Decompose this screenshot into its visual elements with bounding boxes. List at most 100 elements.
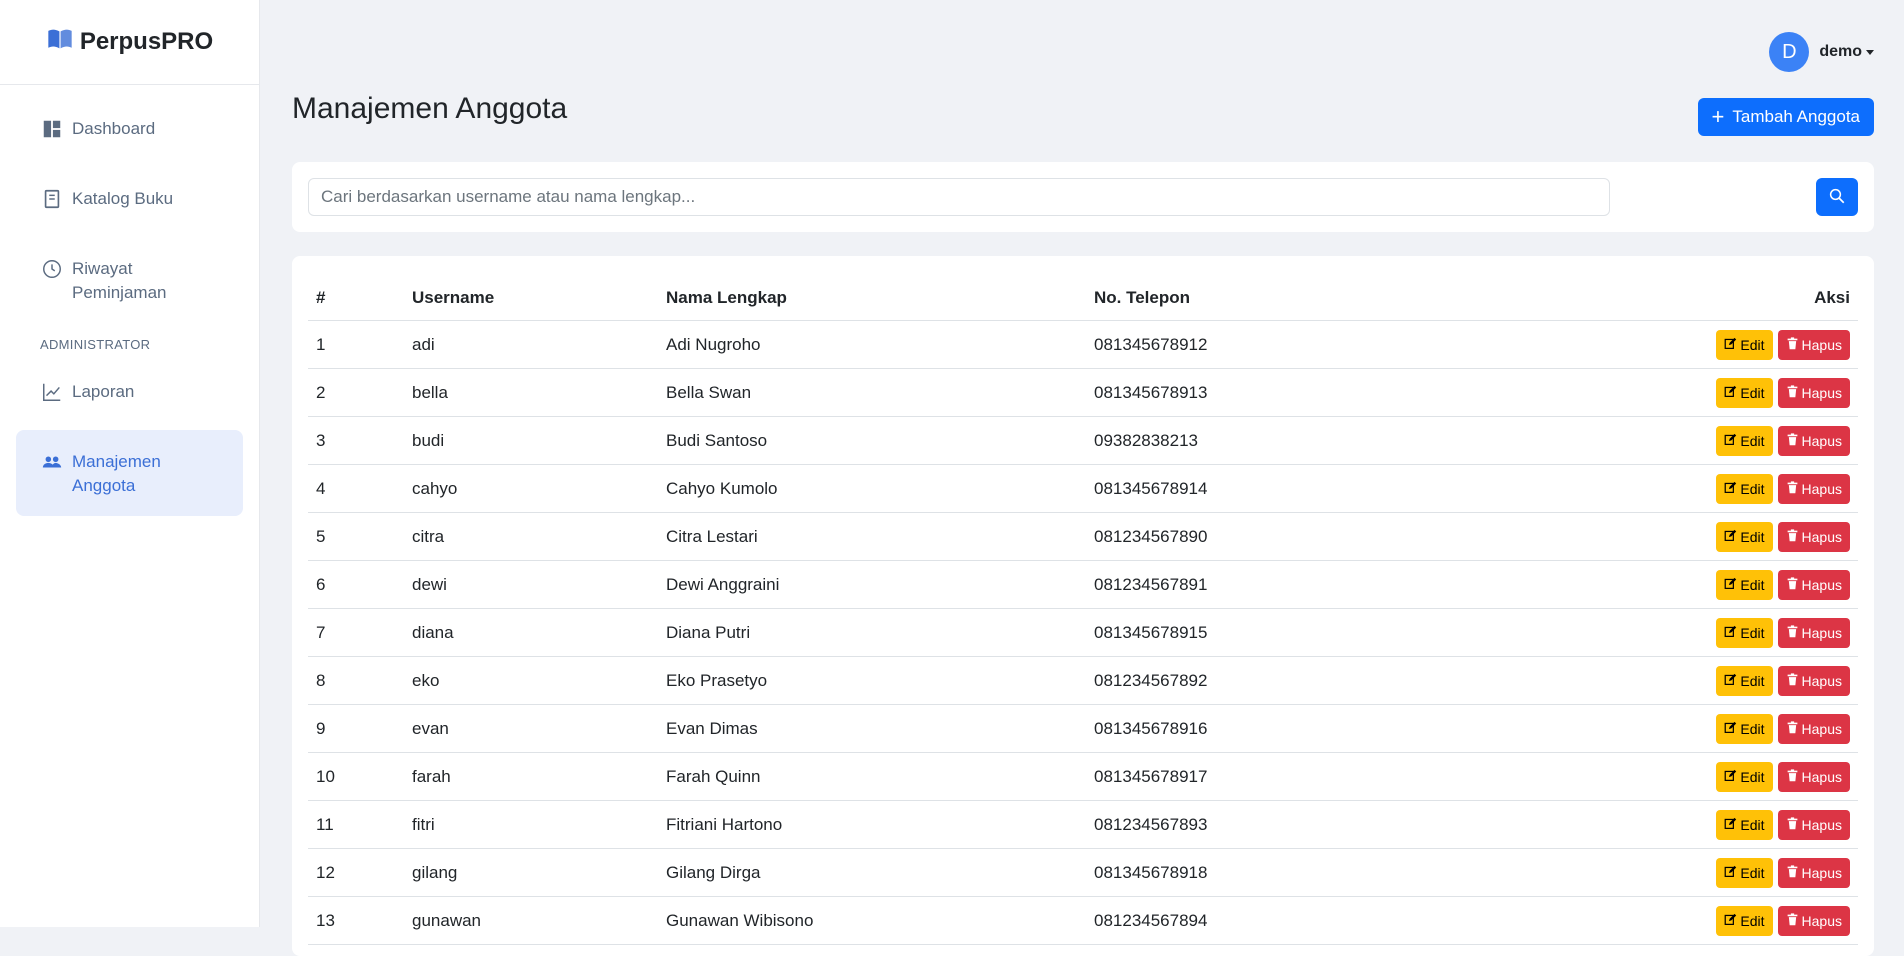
cell-fullname: Bella Swan	[658, 368, 1086, 417]
cell-phone: 081345678918	[1086, 848, 1662, 897]
edit-icon	[1724, 625, 1737, 641]
sidebar-item-riwayat-peminjaman[interactable]: Riwayat Peminjaman	[16, 237, 243, 323]
cell-fullname: Gunawan Wibisono	[658, 896, 1086, 945]
cell-username: evan	[404, 704, 658, 753]
edit-button[interactable]: Edit	[1716, 905, 1773, 936]
sidebar-item-laporan[interactable]: Laporan	[16, 360, 243, 422]
cell-fullname: Diana Putri	[658, 608, 1086, 657]
cell-username: gunawan	[404, 896, 658, 945]
cell-no: 6	[308, 560, 404, 609]
cell-username: bella	[404, 368, 658, 417]
delete-button[interactable]: Hapus	[1777, 569, 1850, 600]
table-row: 12 gilang Gilang Dirga 081345678918 Edit Hapu…	[308, 848, 1858, 897]
table-row: 6 dewi Dewi Anggraini 081234567891 Edit Hapus	[308, 560, 1858, 609]
search-input[interactable]	[308, 178, 1610, 216]
add-member-label: Tambah Anggota	[1732, 107, 1860, 126]
trash-icon	[1786, 528, 1799, 545]
cell-username: cahyo	[404, 464, 658, 513]
column-header-phone: No. Telepon	[1086, 268, 1662, 321]
cell-no: 9	[308, 704, 404, 753]
edit-button[interactable]: Edit	[1716, 761, 1773, 792]
search-button[interactable]	[1816, 178, 1858, 216]
edit-label: Edit	[1740, 768, 1765, 785]
sidebar-section-label: ADMINISTRATOR	[40, 337, 151, 352]
cell-username: eko	[404, 656, 658, 705]
add-member-button[interactable]: + Tambah Anggota	[1697, 98, 1874, 136]
edit-label: Edit	[1740, 816, 1765, 833]
brand-name: PerpusPRO	[79, 28, 214, 55]
delete-button[interactable]: Hapus	[1777, 617, 1850, 648]
delete-label: Hapus	[1801, 672, 1842, 689]
page-title: Manajemen Anggota	[292, 92, 568, 125]
cell-fullname: Budi Santoso	[658, 416, 1086, 465]
trash-icon	[1786, 624, 1799, 641]
users-icon	[40, 450, 64, 474]
cell-phone: 081345678917	[1086, 752, 1662, 801]
cell-actions: Edit Hapus	[1662, 368, 1858, 417]
delete-button[interactable]: Hapus	[1777, 521, 1850, 552]
sidebar-item-label: Dashboard	[72, 119, 156, 138]
cell-fullname: Evan Dimas	[658, 704, 1086, 753]
edit-button[interactable]: Edit	[1716, 377, 1773, 408]
cell-fullname: Farah Quinn	[658, 752, 1086, 801]
members-table: # Username Nama Lengkap No. Telepon Aksi…	[308, 268, 1858, 945]
cell-phone: 081345678913	[1086, 368, 1662, 417]
sidebar-item-manajemen-anggota[interactable]: Manajemen Anggota	[16, 430, 243, 516]
edit-button[interactable]: Edit	[1716, 473, 1773, 504]
delete-button[interactable]: Hapus	[1777, 761, 1850, 792]
edit-button[interactable]: Edit	[1716, 857, 1773, 888]
trash-icon	[1786, 864, 1799, 881]
delete-button[interactable]: Hapus	[1777, 329, 1850, 360]
cell-fullname: Gilang Dirga	[658, 848, 1086, 897]
table-row: 7 diana Diana Putri 081345678915 Edit Hapus	[308, 608, 1858, 657]
caret-down-icon	[1866, 49, 1874, 55]
edit-button[interactable]: Edit	[1716, 521, 1773, 552]
delete-button[interactable]: Hapus	[1777, 377, 1850, 408]
trash-icon	[1786, 384, 1799, 401]
delete-button[interactable]: Hapus	[1777, 857, 1850, 888]
delete-button[interactable]: Hapus	[1777, 665, 1850, 696]
delete-label: Hapus	[1801, 528, 1842, 545]
column-header-no: #	[308, 268, 404, 321]
cell-fullname: Dewi Anggraini	[658, 560, 1086, 609]
edit-button[interactable]: Edit	[1716, 809, 1773, 840]
sidebar-item-dashboard[interactable]: Dashboard	[16, 97, 243, 159]
delete-label: Hapus	[1801, 720, 1842, 737]
delete-button[interactable]: Hapus	[1777, 905, 1850, 936]
cell-username: budi	[404, 416, 658, 465]
cell-actions: Edit Hapus	[1662, 608, 1858, 657]
dashboard-icon	[40, 117, 64, 141]
cell-no: 8	[308, 656, 404, 705]
brand[interactable]: PerpusPRO	[0, 0, 259, 85]
table-row: 5 citra Citra Lestari 081234567890 Edit Hapus	[308, 512, 1858, 561]
cell-actions: Edit Hapus	[1662, 416, 1858, 465]
edit-button[interactable]: Edit	[1716, 425, 1773, 456]
edit-button[interactable]: Edit	[1716, 713, 1773, 744]
chart-line-icon	[40, 380, 64, 404]
cell-actions: Edit Hapus	[1662, 512, 1858, 561]
user-menu[interactable]: D demo	[1769, 32, 1874, 72]
delete-button[interactable]: Hapus	[1777, 713, 1850, 744]
edit-button[interactable]: Edit	[1716, 617, 1773, 648]
edit-icon	[1724, 673, 1737, 689]
delete-label: Hapus	[1801, 336, 1842, 353]
avatar: D	[1769, 32, 1810, 72]
edit-button[interactable]: Edit	[1716, 665, 1773, 696]
delete-button[interactable]: Hapus	[1777, 473, 1850, 504]
edit-button[interactable]: Edit	[1716, 329, 1773, 360]
sidebar-item-katalog-buku[interactable]: Katalog Buku	[16, 167, 243, 229]
delete-label: Hapus	[1801, 912, 1842, 929]
cell-actions: Edit Hapus	[1662, 752, 1858, 801]
delete-label: Hapus	[1801, 624, 1842, 641]
cell-username: diana	[404, 608, 658, 657]
cell-phone: 081234567894	[1086, 896, 1662, 945]
edit-button[interactable]: Edit	[1716, 569, 1773, 600]
cell-actions: Edit Hapus	[1662, 560, 1858, 609]
cell-phone: 081234567892	[1086, 656, 1662, 705]
table-row: 11 fitri Fitriani Hartono 081234567893 Edit H…	[308, 800, 1858, 849]
delete-button[interactable]: Hapus	[1777, 809, 1850, 840]
table-row: 13 gunawan Gunawan Wibisono 081234567894 Edi…	[308, 896, 1858, 945]
sidebar-nav: Dashboard Katalog Buku Riwayat Peminjama…	[0, 85, 259, 516]
user-name: demo	[1819, 43, 1862, 60]
delete-button[interactable]: Hapus	[1777, 425, 1850, 456]
